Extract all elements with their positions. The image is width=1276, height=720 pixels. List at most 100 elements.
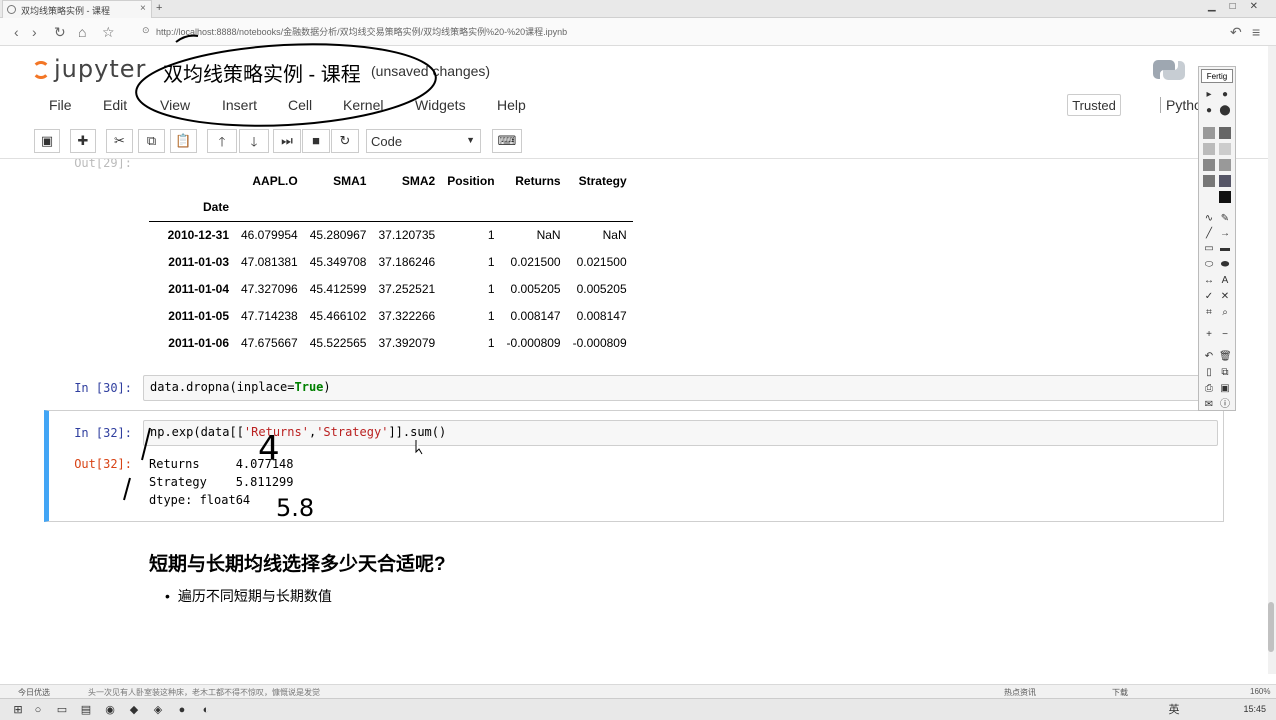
menu-help[interactable]: Help <box>497 97 526 113</box>
filled-ellipse-icon[interactable]: ⬬ <box>1219 259 1231 271</box>
browser-more-icon[interactable]: ≡ <box>1252 24 1260 40</box>
color-swatch-icon[interactable] <box>1203 175 1215 187</box>
dot-large-icon[interactable]: ⬤ <box>1219 105 1231 117</box>
check-icon[interactable]: ✓ <box>1203 291 1215 303</box>
app-icon[interactable]: ● <box>176 704 188 716</box>
page-scrollbar[interactable] <box>1268 46 1276 674</box>
language-indicator[interactable]: 英 <box>1168 704 1180 716</box>
app-icon[interactable]: ◆ <box>128 704 140 716</box>
back-icon[interactable]: ‹ <box>14 24 19 40</box>
clock[interactable]: 15:45 <box>1243 704 1266 714</box>
kernel-indicator[interactable]: Pytho <box>1160 97 1202 113</box>
menu-view[interactable]: View <box>160 97 190 113</box>
table-row: 2011-01-04 47.327096 45.412599 37.252521 1 0.… <box>149 275 633 302</box>
tab-close-icon[interactable]: × <box>140 3 146 14</box>
save-button[interactable]: ▣ <box>34 129 60 153</box>
zoom-out-icon[interactable]: − <box>1219 329 1231 341</box>
color-swatch-icon[interactable] <box>1219 143 1231 155</box>
color-swatch-icon[interactable] <box>1203 143 1215 155</box>
filled-rectangle-icon[interactable]: ▬ <box>1219 243 1231 255</box>
dot-medium-icon[interactable]: ● <box>1203 105 1215 117</box>
code-cell-30[interactable]: data.dropna(inplace=True) <box>143 375 1218 401</box>
move-up-button[interactable]: 🡑 <box>207 129 237 153</box>
fertig-button[interactable]: Fertig <box>1201 69 1233 83</box>
download-link[interactable]: 下载 <box>1112 687 1128 698</box>
save-disk-icon[interactable]: ▣ <box>1219 383 1231 395</box>
trusted-badge[interactable]: Trusted <box>1067 94 1121 116</box>
command-palette-button[interactable]: ⌨ <box>492 129 522 153</box>
move-down-button[interactable]: 🡓 <box>239 129 269 153</box>
file-explorer-icon[interactable]: ▤ <box>80 704 92 716</box>
status-left-text[interactable]: 今日优选 <box>18 687 50 698</box>
window-controls[interactable]: ▁□✕ <box>1208 1 1272 12</box>
browser-menu-icon[interactable]: ↶ <box>1230 24 1242 41</box>
paste-button[interactable]: 📋 <box>170 129 197 153</box>
menu-widgets[interactable]: Widgets <box>415 97 466 113</box>
cell-type-select[interactable]: Code ▼ <box>366 129 481 153</box>
text-icon[interactable]: A <box>1219 275 1231 287</box>
start-icon[interactable]: ⊞ <box>12 704 24 716</box>
restart-button[interactable]: ↻ <box>331 129 359 153</box>
pen-icon[interactable]: ✎ <box>1219 213 1231 225</box>
print-icon[interactable]: ⎙ <box>1203 383 1215 395</box>
jupyter-logo[interactable]: jupyter <box>32 55 146 83</box>
hot-news-link[interactable]: 热点资讯 <box>1004 687 1036 698</box>
search-icon[interactable]: ○ <box>32 704 44 716</box>
zoom-icon[interactable]: ⌕ <box>1219 307 1231 319</box>
mail-icon[interactable]: ✉ <box>1203 399 1215 411</box>
rectangle-icon[interactable]: ▭ <box>1203 243 1215 255</box>
browser-tab[interactable]: 双均线策略实例 - 课程 × <box>2 0 152 18</box>
code-cell-32[interactable]: np.exp(data[['Returns','Strategy']].sum(… <box>143 420 1218 446</box>
page-icon[interactable]: ▯ <box>1203 367 1215 379</box>
task-view-icon[interactable]: ▭ <box>56 704 68 716</box>
color-swatch-icon[interactable] <box>1203 159 1215 171</box>
scrollbar-thumb[interactable] <box>1268 602 1274 652</box>
info-icon[interactable]: ⓘ <box>1219 399 1231 411</box>
url-field[interactable]: ⊙ http://localhost:8888/notebooks/金融数据分析… <box>142 25 1012 41</box>
notebook-title[interactable]: 双均线策略实例 - 课程 <box>163 58 361 87</box>
run-button[interactable]: ⏭ <box>273 129 301 153</box>
news-ticker[interactable]: 头一次见有人卧室装这种床，老木工都不得不惊叹，慷慨说是发觉 <box>88 687 320 698</box>
notebook-container[interactable]: Out[29]: AAPL.O SMA1 SMA2 Position Retur… <box>0 159 1240 640</box>
copy-page-icon[interactable]: ⧉ <box>1219 367 1231 379</box>
pointer-icon[interactable]: ▸ <box>1203 89 1215 101</box>
copy-button[interactable]: ⧉ <box>138 129 165 153</box>
interrupt-button[interactable]: ■ <box>302 129 330 153</box>
color-swatch-icon[interactable] <box>1219 127 1231 139</box>
menu-insert[interactable]: Insert <box>222 97 257 113</box>
color-swatch-icon[interactable] <box>1219 191 1231 203</box>
line-icon[interactable]: ╱ <box>1203 228 1215 240</box>
trash-icon[interactable]: 🗑 <box>1219 351 1232 363</box>
arrow-right-icon[interactable]: → <box>1219 228 1231 240</box>
table-cell: 45.466102 <box>309 308 367 323</box>
zoom-in-icon[interactable]: + <box>1203 329 1215 341</box>
color-swatch-icon[interactable] <box>1203 127 1215 139</box>
undo-icon[interactable]: ↶ <box>1203 351 1215 363</box>
crop-icon[interactable]: ⌗ <box>1203 307 1215 319</box>
double-arrow-icon[interactable]: ↔ <box>1203 275 1215 287</box>
zoom-level[interactable]: 160% <box>1250 687 1270 696</box>
menu-kernel[interactable]: Kernel <box>343 97 383 113</box>
dot-small-icon[interactable]: ● <box>1219 89 1231 101</box>
home-icon[interactable]: ⌂ <box>78 24 86 40</box>
app-icon[interactable]: ◐ <box>200 704 212 716</box>
reload-icon[interactable]: ↻ <box>54 24 66 41</box>
freehand-icon[interactable]: ∿ <box>1203 213 1215 225</box>
ellipse-icon[interactable]: ⬭ <box>1203 259 1215 271</box>
insert-cell-button[interactable]: ✚ <box>70 129 96 153</box>
forward-icon[interactable]: › <box>32 24 37 40</box>
table-cell: 1 <box>487 335 495 350</box>
new-tab-icon[interactable]: + <box>156 2 162 14</box>
menu-cell[interactable]: Cell <box>288 97 312 113</box>
cross-icon[interactable]: ✕ <box>1219 291 1231 303</box>
browser-app-icon[interactable]: ◉ <box>104 704 116 716</box>
app-icon[interactable]: ◈ <box>152 704 164 716</box>
table-cell: NaN <box>602 227 627 242</box>
cut-button[interactable]: ✂ <box>106 129 133 153</box>
menu-file[interactable]: File <box>49 97 72 113</box>
save-status: (unsaved changes) <box>371 63 491 79</box>
color-swatch-icon[interactable] <box>1219 159 1231 171</box>
color-swatch-icon[interactable] <box>1219 175 1231 187</box>
menu-edit[interactable]: Edit <box>103 97 127 113</box>
bookmark-star-icon[interactable]: ☆ <box>102 24 115 41</box>
